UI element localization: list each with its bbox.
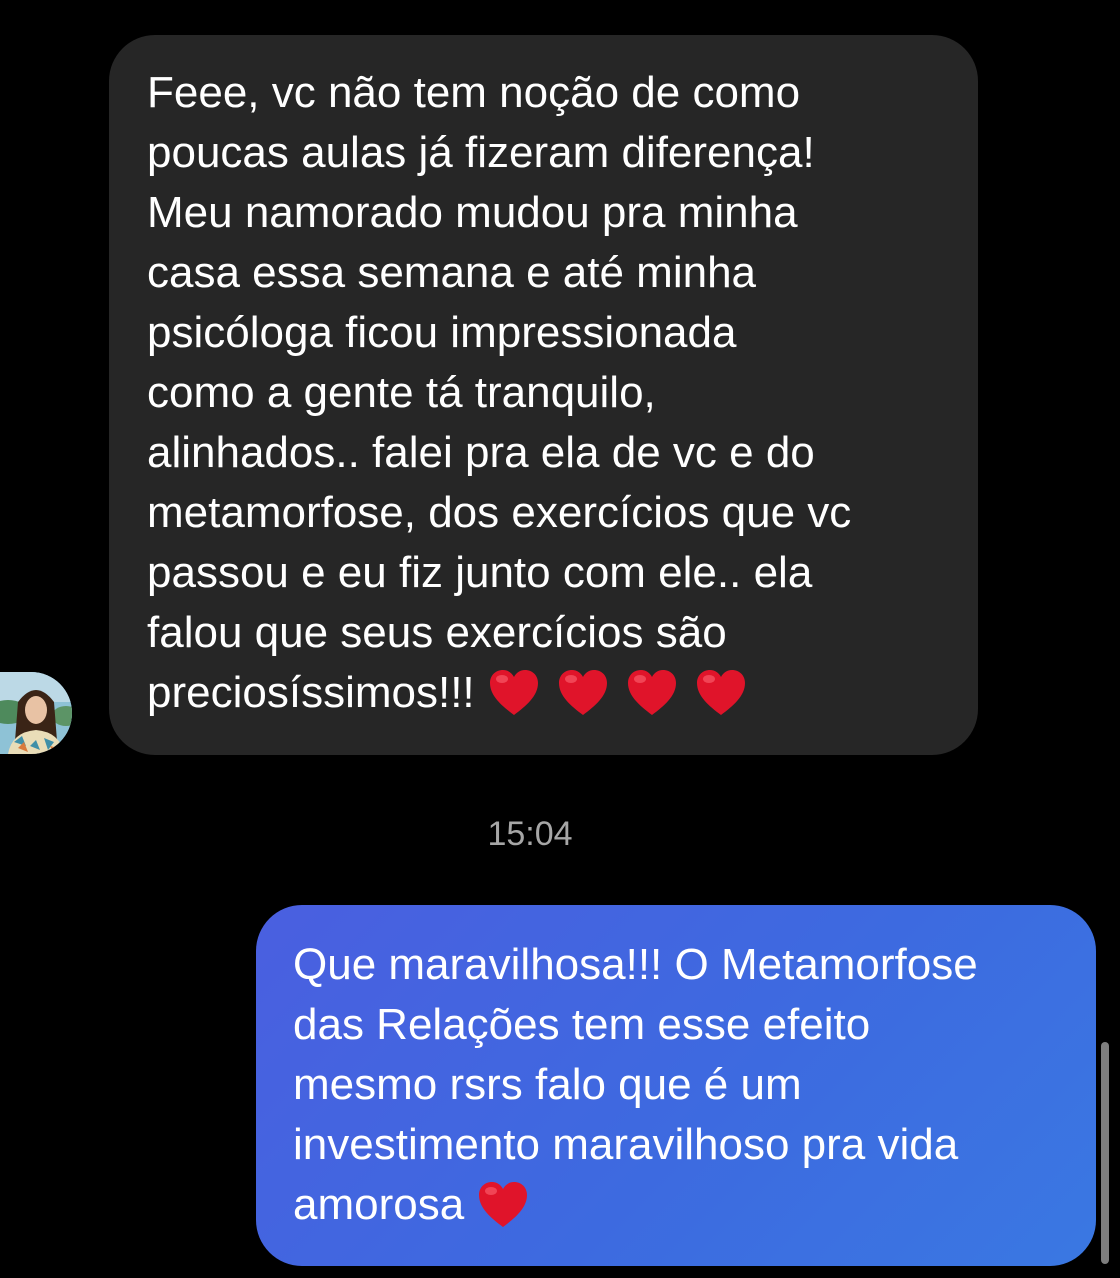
heart-icon	[553, 663, 613, 723]
heart-icon	[484, 663, 544, 723]
message-line: Feee, vc não tem noção de como	[147, 68, 801, 117]
message-line: psicóloga ficou impressionada	[147, 308, 737, 357]
message-line: passou e eu fiz junto com ele.. ela	[147, 548, 813, 597]
incoming-message-bubble[interactable]: Feee, vc não tem noção de como poucas au…	[109, 35, 978, 755]
heart-icon	[473, 1175, 533, 1235]
message-line: casa essa semana e até minha	[147, 248, 757, 297]
heart-icon	[691, 663, 751, 723]
message-line-text: amorosa	[293, 1180, 465, 1229]
heart-icon	[622, 663, 682, 723]
message-line: falou que seus exercícios são	[147, 608, 727, 657]
message-line-last: preciosíssimos!!!	[147, 663, 948, 723]
scrollbar-thumb[interactable]	[1101, 1042, 1109, 1264]
message-line: Meu namorado mudou pra minha	[147, 188, 798, 237]
chat-thread[interactable]: Feee, vc não tem noção de como poucas au…	[0, 0, 1120, 1278]
message-line-text: preciosíssimos!!!	[147, 668, 475, 717]
message-line: poucas aulas já fizeram diferença!	[147, 128, 815, 177]
avatar-photo	[0, 672, 72, 754]
message-line: metamorfose, dos exercícios que vc	[147, 488, 852, 537]
message-line: das Relações tem esse efeito	[293, 1000, 871, 1049]
message-line: como a gente tá tranquilo,	[147, 368, 656, 417]
message-line: mesmo rsrs falo que é um	[293, 1060, 802, 1109]
outgoing-message-bubble[interactable]: Que maravilhosa!!! O Metamorfose das Rel…	[256, 905, 1096, 1266]
message-line: alinhados.. falei pra ela de vc e do	[147, 428, 815, 477]
message-line: Que maravilhosa!!! O Metamorfose	[293, 940, 978, 989]
message-line: investimento maravilhoso pra vida	[293, 1120, 959, 1169]
sender-avatar[interactable]	[0, 672, 72, 754]
message-line-last: amorosa	[293, 1175, 1066, 1235]
message-timestamp: 15:04	[487, 815, 573, 853]
